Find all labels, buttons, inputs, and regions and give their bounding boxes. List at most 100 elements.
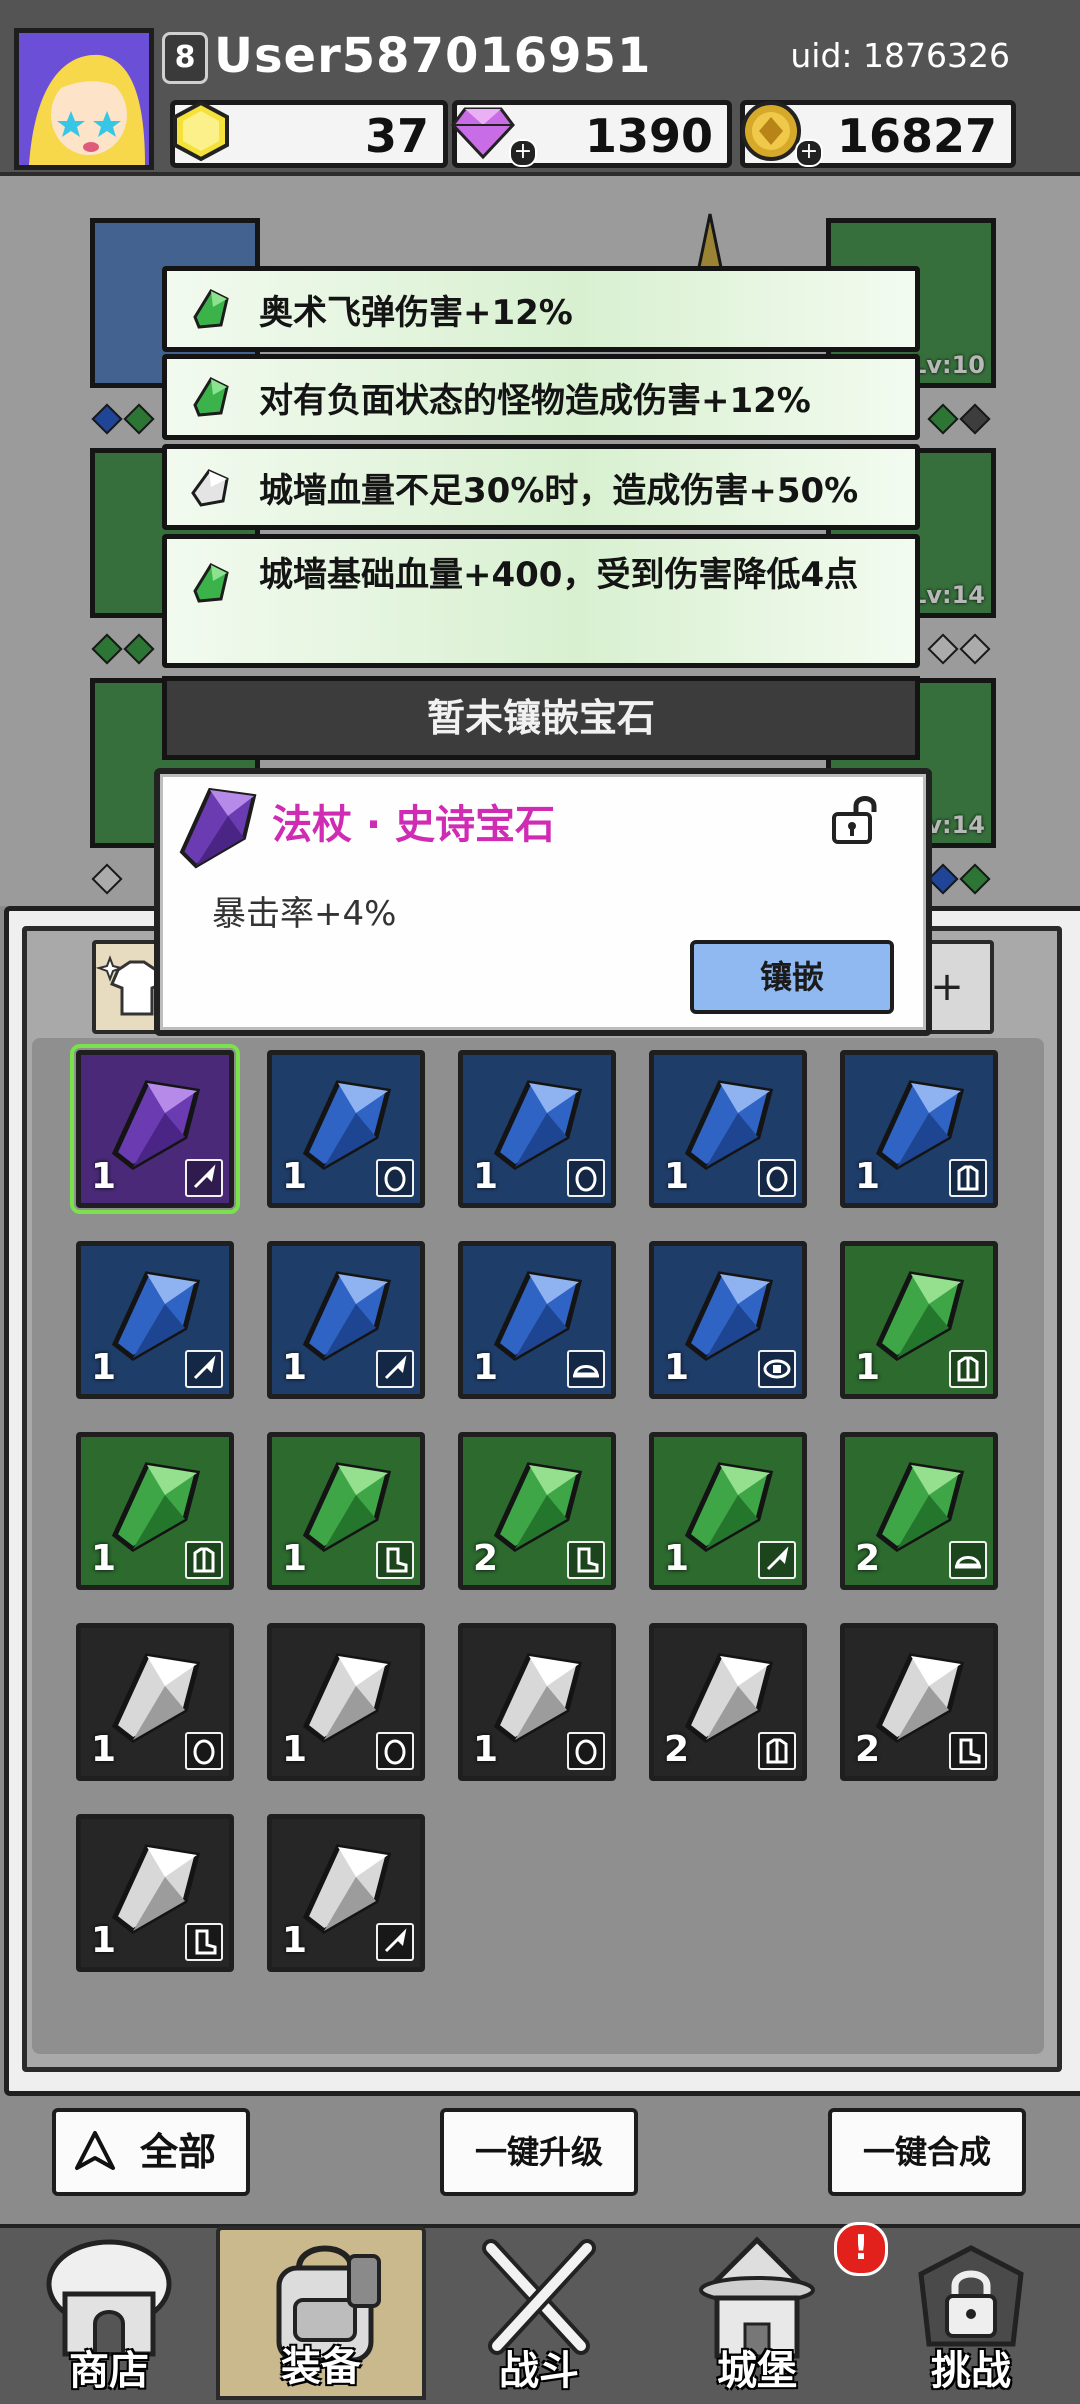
gem-slot[interactable]: 1 [267,1241,425,1399]
gem-count: 1 [664,1156,690,1197]
player-uid: uid: 1876326 [790,36,1010,75]
nav-shop[interactable]: 商店 [4,2226,214,2400]
avatar[interactable] [14,28,154,170]
gem-count: 1 [282,1347,308,1388]
diamond-resource[interactable]: + 1390 [451,100,732,168]
ring-icon [376,1159,414,1197]
gem-slot[interactable]: 2 [840,1623,998,1781]
gold-hex-icon [173,100,229,162]
popup-gem-description: 暴击率+4% [212,894,397,934]
gem-count: 1 [664,1538,690,1579]
nav-castle[interactable]: 城堡 [652,2226,862,2400]
gem-count: 1 [473,1729,499,1770]
staff-icon [376,1923,414,1961]
merge-all-button[interactable]: 一键合成 [828,2108,1026,2196]
gem-slot[interactable]: 1 [267,1050,425,1208]
gem-slot[interactable]: 1 [649,1432,807,1590]
staff-icon [376,1350,414,1388]
unlock-icon[interactable] [828,790,888,846]
nav-label: 商店 [69,2348,149,2394]
armor-icon [949,1159,987,1197]
ring-icon [758,1159,796,1197]
boot-icon [185,1923,223,1961]
nav-label: 装备 [281,2344,361,2390]
upgrade-all-button[interactable]: 一键升级 [440,2108,638,2196]
diamond-count: 1390 [584,109,713,163]
gem-slot[interactable]: 1 [70,1044,240,1214]
gem-count: 1 [91,1347,117,1388]
white-gem-icon [191,469,229,507]
gem-detail-popup: 法杖 · 史诗宝石 暴击率+4% 镶嵌 [154,768,932,1036]
gem-count: 1 [282,1920,308,1961]
boot-icon [949,1732,987,1770]
staff-icon [758,1541,796,1579]
gem-count: 1 [855,1156,881,1197]
gem-slot[interactable]: 1 [76,1814,234,1972]
gem-slot[interactable]: 1 [76,1623,234,1781]
gem-slot[interactable]: 1 [267,1814,425,1972]
ring-icon [185,1732,223,1770]
hat-icon [949,1541,987,1579]
gem-count: 1 [664,1347,690,1388]
effect-row: 对有负面状态的怪物造成伤害+12% [162,354,920,440]
gem-slot[interactable]: 1 [76,1432,234,1590]
gem-count: 1 [473,1347,499,1388]
green-gem-icon [193,377,229,417]
gem-slot[interactable]: 1 [840,1241,998,1399]
gem-slot[interactable]: 1 [458,1241,616,1399]
add-coins-icon[interactable]: + [795,139,823,167]
gem-count: 1 [473,1156,499,1197]
effect-text: 城墙血量不足30%时，造成伤害+50% [259,471,859,511]
gem-slot[interactable]: 1 [76,1241,234,1399]
nav-equipment[interactable]: 装备 [216,2226,426,2400]
gem-slot[interactable]: 2 [840,1432,998,1590]
gem-count: 1 [91,1538,117,1579]
gem-slot[interactable]: 1 [649,1241,807,1399]
gold-coin-icon [741,101,801,161]
triangle-filter-icon [75,2131,115,2170]
gem-slot[interactable]: 1 [840,1050,998,1208]
ring-icon [567,1732,605,1770]
gem-count: 1 [91,1729,117,1770]
gem-slot[interactable]: 1 [267,1623,425,1781]
epic-gem-icon [179,787,257,869]
nav-battle[interactable]: 战斗 [434,2226,644,2400]
gem-count: 1 [282,1156,308,1197]
green-gem-icon [193,563,229,603]
gem-count: 2 [855,1729,881,1770]
gem-slot[interactable]: 1 [649,1050,807,1208]
gem-slot[interactable]: 2 [649,1623,807,1781]
hat-icon [567,1350,605,1388]
green-gem-icon [193,289,229,329]
gold-count: 37 [364,109,429,163]
filter-all-button[interactable]: 全部 [52,2108,250,2196]
effect-row: 城墙基础血量+400，受到伤害降低4点 [162,534,920,668]
inlay-button[interactable]: 镶嵌 [690,940,894,1014]
gem-count: 1 [91,1920,117,1961]
nav-label: 城堡 [717,2348,797,2394]
gem-slot[interactable]: 1 [458,1623,616,1781]
coin-resource[interactable]: + 16827 [740,100,1016,168]
gem-count: 1 [282,1538,308,1579]
boot-icon [376,1541,414,1579]
nav-challenge[interactable]: 挑战 [866,2226,1076,2400]
nav-label: 挑战 [931,2348,1011,2394]
nav-label: 战斗 [499,2348,579,2394]
gem-count: 1 [91,1156,117,1197]
no-gem-inlaid-label: 暂未镶嵌宝石 [162,676,920,760]
gem-count: 1 [282,1729,308,1770]
popup-gem-title: 法杖 · 史诗宝石 [272,802,556,848]
staff-icon [185,1159,223,1197]
filter-all-label: 全部 [140,2130,217,2174]
gem-slot[interactable]: 1 [267,1432,425,1590]
add-diamonds-icon[interactable]: + [509,139,537,167]
gem-slot[interactable]: 2 [458,1432,616,1590]
gem-slot[interactable]: 1 [458,1050,616,1208]
armor-icon [949,1350,987,1388]
gem-count: 2 [664,1729,690,1770]
boot-icon [567,1541,605,1579]
ring-icon [376,1732,414,1770]
avatar-portrait-icon [19,33,149,165]
effect-row: 奥术飞弹伤害+12% [162,266,920,352]
player-username: User587016951 [214,28,652,84]
